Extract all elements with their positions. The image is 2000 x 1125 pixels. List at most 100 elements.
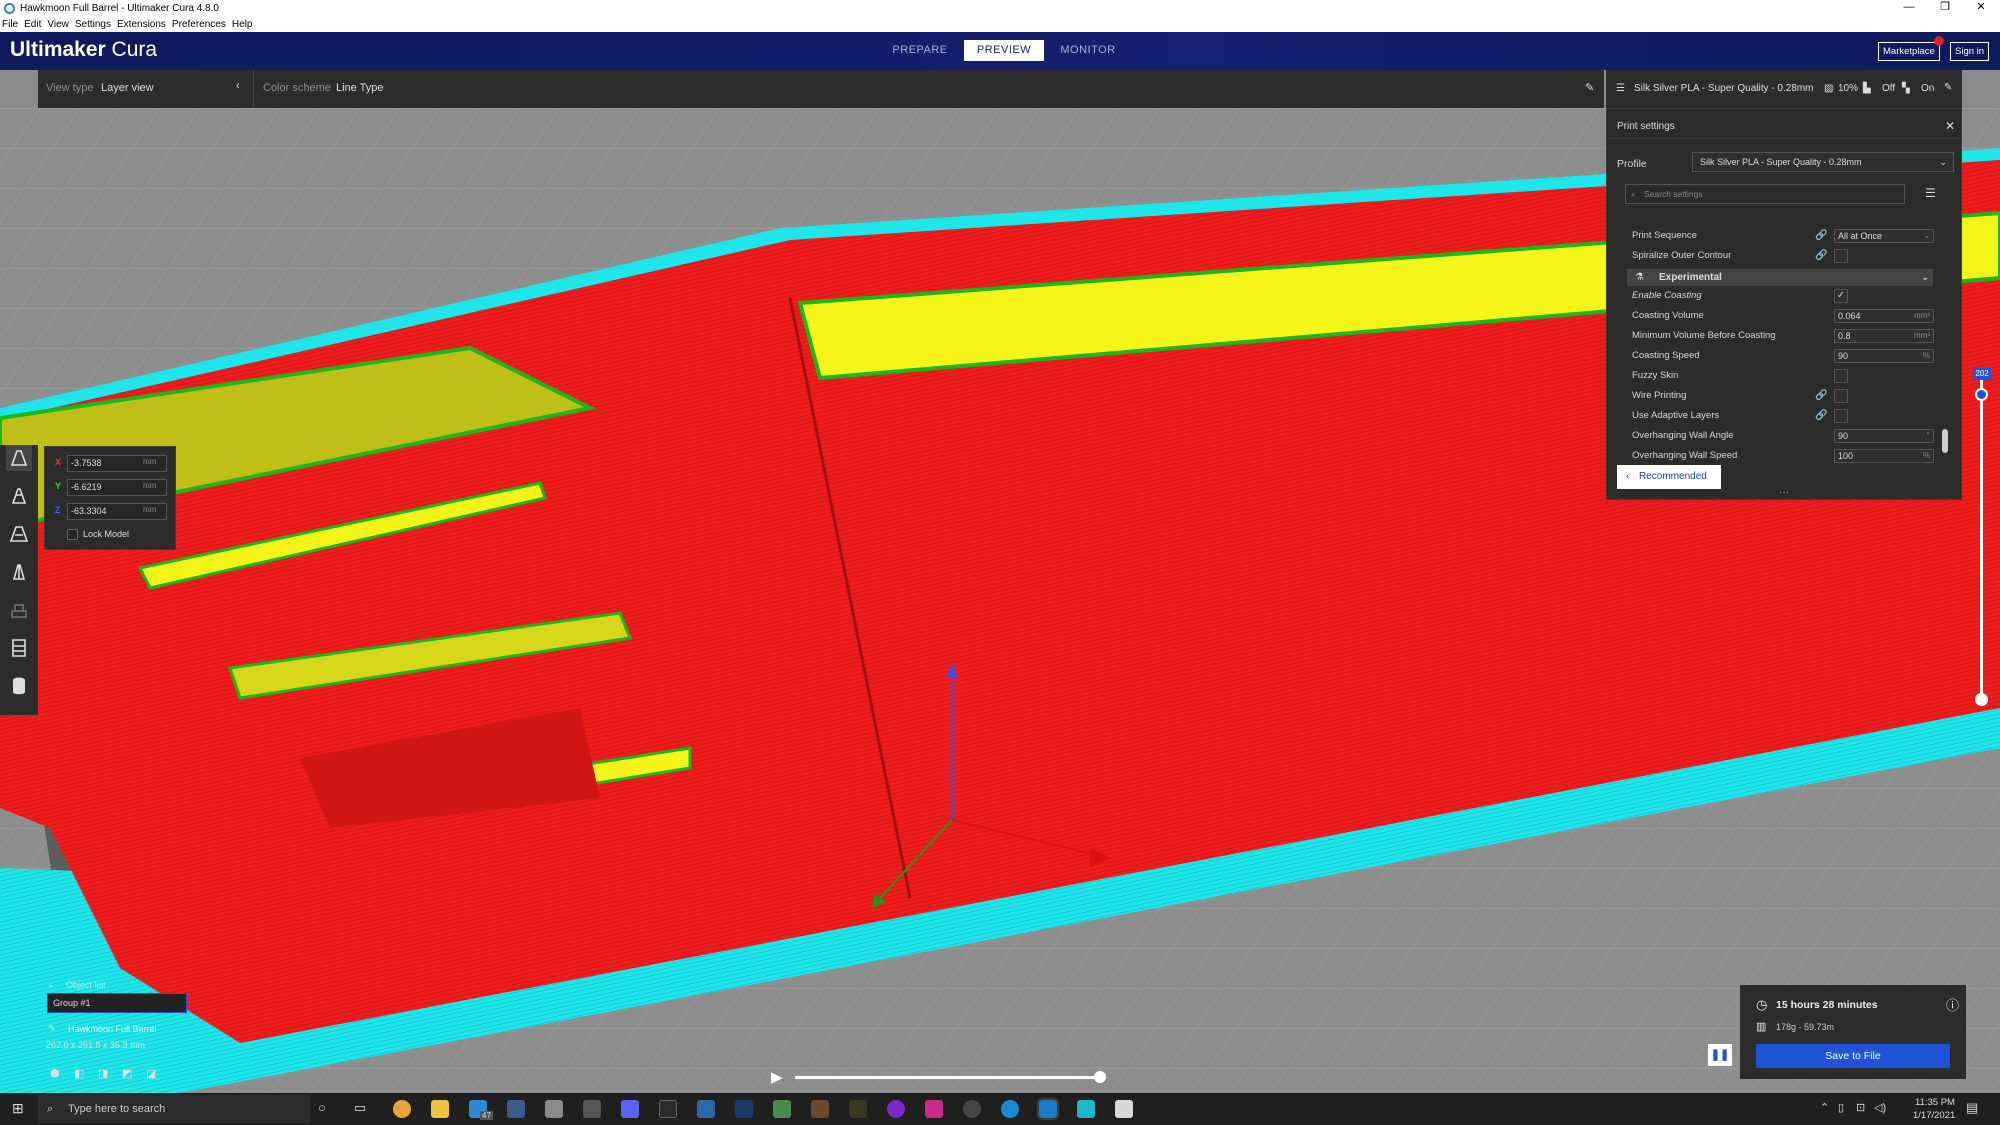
edit-name-icon[interactable]: ✎: [48, 1023, 56, 1034]
playback-handle[interactable]: [1094, 1071, 1106, 1083]
move-tool-icon[interactable]: [6, 445, 32, 471]
min-volume-field[interactable]: 0.8 mm³: [1834, 329, 1934, 343]
close-window-icon[interactable]: ✕: [1966, 0, 1996, 16]
tab-prepare[interactable]: PREPARE: [880, 40, 960, 61]
collapse-chevron-icon[interactable]: ‹: [236, 80, 240, 92]
search-settings-input[interactable]: ⌕ Search settings: [1625, 184, 1905, 204]
profile-dropdown[interactable]: Silk Silver PLA - Super Quality - 0.28mm…: [1692, 152, 1954, 172]
support-value: Off: [1882, 83, 1896, 94]
app-icon-15[interactable]: [925, 1100, 943, 1118]
minecraft-icon[interactable]: [811, 1100, 829, 1118]
taskbar-date: 1/17/2021: [1913, 1110, 1956, 1121]
play-icon[interactable]: ▶: [771, 1068, 783, 1086]
window-title: Hawkmoon Full Barrel - Ultimaker Cura 4.…: [20, 2, 219, 14]
chevron-down-icon[interactable]: ⌄: [47, 979, 55, 990]
windows-start-icon[interactable]: ⊞: [12, 1100, 24, 1117]
panel-header: Print settings ✕: [1607, 115, 1961, 139]
view-left-icon[interactable]: ◩: [122, 1067, 132, 1080]
save-to-file-button[interactable]: Save to File: [1756, 1044, 1950, 1068]
discord-icon[interactable]: [621, 1100, 639, 1118]
close-panel-icon[interactable]: ✕: [1945, 119, 1955, 133]
calculator-icon[interactable]: [1115, 1100, 1133, 1118]
clock-icon: ◷: [1756, 997, 1768, 1012]
layer-slider-upper-handle[interactable]: [1975, 388, 1988, 401]
category-experimental[interactable]: ⚗ Experimental ⌄: [1627, 269, 1933, 286]
resize-handle-icon[interactable]: ···: [1779, 487, 1789, 498]
cura-taskbar-icon[interactable]: [1037, 1098, 1059, 1120]
lock-model-checkbox[interactable]: [67, 529, 78, 540]
sign-in-button[interactable]: Sign in: [1950, 42, 1990, 61]
view-front-icon[interactable]: ◧: [74, 1067, 84, 1080]
playback-track[interactable]: [795, 1076, 1101, 1079]
app-icon-19[interactable]: [1077, 1100, 1095, 1118]
chrome-icon[interactable]: [393, 1100, 411, 1118]
per-model-settings-icon[interactable]: [6, 597, 32, 623]
app-icon-6[interactable]: [583, 1100, 601, 1118]
search-icon: ⌕: [47, 1103, 54, 1115]
menu-preferences[interactable]: Preferences: [172, 19, 226, 30]
view-type-select[interactable]: Layer view: [101, 82, 154, 94]
layer-slider-track[interactable]: [1980, 380, 1983, 700]
cortana-icon[interactable]: ○: [318, 1100, 326, 1115]
app-icon-16[interactable]: [963, 1100, 981, 1118]
minimize-icon[interactable]: —: [1894, 0, 1924, 16]
settings-scrollbar[interactable]: [1942, 429, 1948, 453]
tray-network-icon[interactable]: ⊡: [1856, 1101, 1865, 1114]
pause-slicing-button[interactable]: ❚❚: [1708, 1044, 1732, 1066]
tray-phone-icon[interactable]: ▯: [1838, 1101, 1844, 1114]
mirror-tool-icon[interactable]: [6, 559, 32, 585]
cylinder-tool-icon[interactable]: [6, 673, 32, 699]
steam-icon[interactable]: [507, 1100, 525, 1118]
app-icon-13[interactable]: [849, 1100, 867, 1118]
edit-profile-icon[interactable]: ✎: [1944, 82, 1952, 93]
tab-preview[interactable]: PREVIEW: [964, 40, 1044, 61]
coasting-speed-field[interactable]: 90%: [1834, 349, 1934, 363]
adaptive-layers-checkbox[interactable]: [1834, 409, 1848, 423]
marketplace-button[interactable]: Marketplace: [1878, 42, 1940, 61]
support-blocker-icon[interactable]: [6, 635, 32, 661]
rotate-tool-icon[interactable]: [6, 521, 32, 547]
coasting-volume-field[interactable]: 0.064 mm³: [1834, 309, 1934, 323]
object-group-item[interactable]: Group #1: [47, 993, 187, 1013]
overhang-angle-field[interactable]: 90 °: [1834, 429, 1934, 443]
app-icon-9[interactable]: [697, 1100, 715, 1118]
overhang-speed-field[interactable]: 100%: [1834, 449, 1934, 463]
layer-slider-lower-handle[interactable]: [1975, 693, 1988, 706]
color-scheme-select[interactable]: Line Type: [336, 82, 384, 94]
fuzzy-skin-checkbox[interactable]: [1834, 369, 1848, 383]
view-top-icon[interactable]: ◨: [98, 1067, 108, 1080]
view-3d-icon[interactable]: ⬢: [50, 1067, 60, 1080]
menu-view[interactable]: View: [47, 19, 69, 30]
tray-chevron-icon[interactable]: ⌃: [1820, 1101, 1829, 1114]
menu-edit[interactable]: Edit: [24, 19, 41, 30]
scale-tool-icon[interactable]: [6, 483, 32, 509]
file-explorer-icon[interactable]: [431, 1100, 449, 1118]
menu-help[interactable]: Help: [232, 19, 253, 30]
enable-coasting-checkbox[interactable]: ✓: [1834, 289, 1848, 303]
menu-file[interactable]: File: [2, 19, 18, 30]
edit-pencil-icon[interactable]: ✎: [1585, 81, 1594, 94]
wire-printing-checkbox[interactable]: [1834, 389, 1848, 403]
print-setup-selector[interactable]: ☰ Silk Silver PLA - Super Quality - 0.28…: [1606, 70, 1962, 108]
view-right-icon[interactable]: ◪: [146, 1067, 156, 1080]
tab-monitor[interactable]: MONITOR: [1048, 40, 1128, 61]
restore-icon[interactable]: ❐: [1930, 0, 1960, 16]
object-list-header[interactable]: Object list: [66, 980, 106, 990]
epic-games-icon[interactable]: [659, 1100, 677, 1118]
menu-settings[interactable]: Settings: [75, 19, 111, 30]
recommended-button[interactable]: ‹ Recommended: [1617, 465, 1721, 489]
app-icon-5[interactable]: [545, 1100, 563, 1118]
action-center-icon[interactable]: ▤: [1966, 1100, 1978, 1116]
edge-icon[interactable]: [1001, 1100, 1019, 1118]
xbox-icon[interactable]: [773, 1100, 791, 1118]
print-sequence-select[interactable]: All at Once ⌄: [1834, 229, 1934, 243]
taskbar-search-input[interactable]: ⌕ Type here to search: [38, 1095, 310, 1123]
shield-app-icon[interactable]: [735, 1100, 753, 1118]
app-icon-14[interactable]: [887, 1100, 905, 1118]
spiralize-checkbox[interactable]: [1834, 249, 1848, 263]
menu-extensions[interactable]: Extensions: [117, 19, 166, 30]
settings-menu-icon[interactable]: ☰: [1925, 186, 1936, 200]
task-view-icon[interactable]: ▭: [354, 1100, 366, 1116]
tray-volume-icon[interactable]: ◁): [1874, 1101, 1886, 1114]
info-icon[interactable]: ⓘ: [1946, 995, 1959, 1014]
